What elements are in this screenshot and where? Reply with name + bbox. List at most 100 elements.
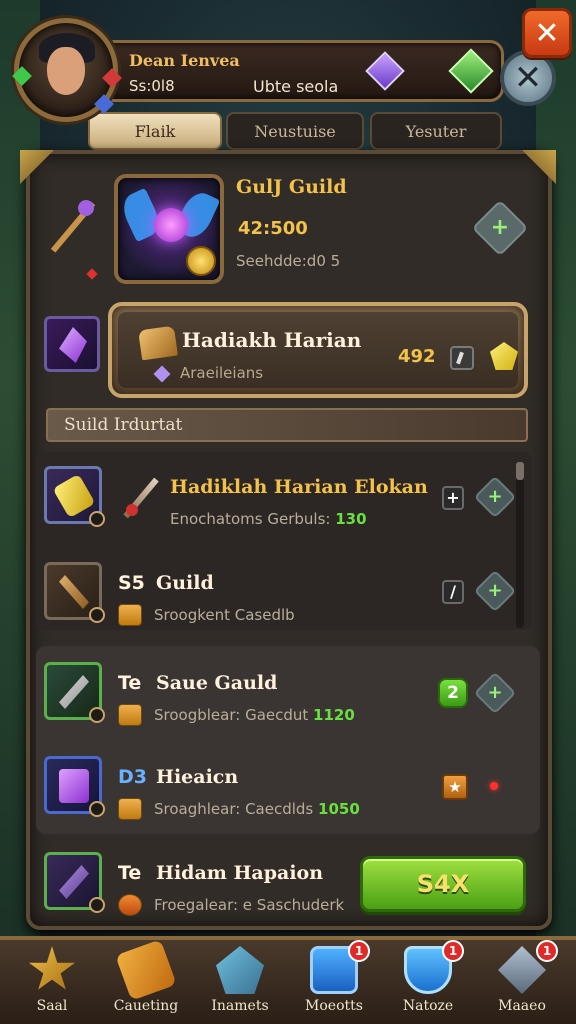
sword-icon: [122, 474, 162, 518]
plus-icon: +: [487, 486, 503, 507]
guild-score: 42:500: [238, 218, 308, 239]
row-plus-button[interactable]: +: [473, 475, 517, 519]
hammer-icon: [115, 939, 177, 1001]
row-prefix: S5: [118, 572, 145, 594]
notification-badge: 1: [536, 940, 558, 962]
row-action-button[interactable]: +: [442, 486, 464, 510]
list-item[interactable]: Te Saue Gauld Sroogblear: Gaecdut 1120 2…: [44, 662, 530, 728]
notification-badge: 1: [442, 940, 464, 962]
row-sub-number: 1050: [318, 800, 360, 818]
player-name: Dean Ienvea: [129, 51, 240, 70]
row-action-button[interactable]: /: [442, 580, 464, 604]
list-item[interactable]: S5 Guild Sroogkent Casedlb / +: [44, 562, 530, 628]
row-star-button[interactable]: ★: [442, 774, 468, 800]
row-subtitle: Froegalear: e Saschuderk: [154, 896, 344, 914]
crossed-swords-icon: [59, 575, 89, 609]
row-sub-text: Froegalear: e Saschuderk: [154, 896, 345, 914]
tab-bar: Flaik Neustuise Yesuter: [88, 112, 502, 150]
row-item-icon: [44, 852, 105, 913]
row-prefix: D3: [118, 766, 147, 788]
green-crystal-icon: [448, 48, 494, 94]
notification-badge: 1: [348, 940, 370, 962]
nav-item-inamets[interactable]: Inamets: [192, 940, 288, 1024]
row-sub-number: 130: [335, 510, 367, 528]
tab-flaik[interactable]: Flaik: [88, 112, 222, 150]
row-title: Hadiklah Harian Elokan: [170, 476, 428, 498]
row-item-icon: [44, 562, 105, 623]
player-id: Ss:0l8: [129, 77, 175, 95]
gem-icon: [216, 946, 264, 994]
row-level-button[interactable]: 2: [438, 678, 468, 708]
list-item[interactable]: D3 Hieaicn Sroaghlear: Caecdlds 1050 ★: [44, 756, 530, 822]
round-close-button[interactable]: ✕: [500, 50, 556, 106]
row-subtitle: Sroaghlear: Caecdlds 1050: [154, 800, 360, 818]
nav-label: Moeotts: [305, 998, 363, 1014]
sword-icon: [59, 675, 89, 709]
claim-button[interactable]: S4X: [360, 856, 526, 912]
chest-icon: [59, 769, 89, 803]
row-badge: [89, 607, 105, 623]
purple-crystal-icon: [365, 51, 405, 91]
checkbox-icon[interactable]: [118, 704, 142, 726]
nav-item-natoze[interactable]: 1 Natoze: [380, 940, 476, 1024]
plus-icon: +: [487, 682, 503, 703]
nav-label: Caueting: [113, 998, 179, 1014]
row-badge: [89, 707, 105, 723]
nav-label: Inamets: [211, 998, 269, 1014]
checkbox-icon[interactable]: [118, 798, 142, 820]
row-title: Hieaicn: [156, 766, 239, 788]
tab-yesuter[interactable]: Yesuter: [370, 112, 502, 150]
daily-title: Hadiakh Harian: [182, 328, 362, 352]
crystal-shape: [59, 327, 87, 363]
row-sub-text: Enochatoms Gerbuls:: [170, 510, 336, 528]
row-badge: [89, 897, 105, 913]
row-item-icon: [44, 756, 105, 817]
guild-subtitle: Seehdde:d0 5: [236, 252, 341, 270]
row-title: Hidam Hapaion: [156, 862, 324, 884]
player-status: Ubte seola: [253, 77, 339, 96]
row-subtitle: Sroogblear: Gaecdut 1120: [154, 706, 355, 724]
nav-label: Natoze: [402, 998, 454, 1014]
nav-label: Maaeo: [498, 998, 546, 1014]
nav-item-moeotts[interactable]: 1 Moeotts: [286, 940, 382, 1024]
player-header: Dean Ienvea Ss:0l8 Ubte seola: [12, 18, 514, 122]
row-title: Guild: [156, 572, 214, 594]
staff-icon: [48, 196, 100, 256]
guild-title: GulJ Guild: [236, 176, 347, 198]
flame-icon: [118, 894, 142, 916]
edit-button[interactable]: [450, 346, 474, 370]
daily-value: 492: [398, 346, 436, 367]
tab-neustuise[interactable]: Neustuise: [226, 112, 364, 150]
nav-item-saal[interactable]: Saal: [4, 940, 100, 1024]
row-item-icon: [44, 466, 105, 527]
guild-emblem[interactable]: [114, 174, 224, 284]
notification-dot: [490, 782, 498, 790]
plus-icon: +: [490, 215, 510, 240]
crystal-item-icon[interactable]: [44, 316, 100, 372]
star-icon: [28, 946, 76, 990]
row-plus-button[interactable]: +: [473, 569, 517, 613]
nav-item-caueting[interactable]: Caueting: [98, 939, 194, 1024]
nav-label: Saal: [36, 998, 68, 1014]
row-sub-text: Sroogblear: Gaecdut: [154, 706, 314, 724]
daily-reward-card[interactable]: Hadiakh Harian Araeileians 492: [108, 302, 528, 398]
row-title: Saue Gauld: [156, 672, 278, 694]
avatar-face: [47, 47, 85, 95]
player-avatar[interactable]: [12, 18, 122, 122]
emblem-orb-icon: [154, 208, 188, 242]
daily-subtitle: Araeileians: [180, 364, 264, 382]
row-prefix: Te: [118, 862, 142, 884]
checkbox-icon[interactable]: [118, 604, 142, 626]
nav-item-maaeo[interactable]: 1 Maaeo: [474, 940, 570, 1024]
yellow-gem-icon: [490, 342, 518, 370]
row-plus-button[interactable]: +: [473, 671, 517, 715]
row-subtitle: Enochatoms Gerbuls: 130: [170, 510, 367, 528]
row-subtitle: Sroogkent Casedlb: [154, 606, 295, 624]
plus-icon: +: [487, 580, 503, 601]
bottom-nav: Saal Caueting Inamets 1 Moeotts 1 Natoze…: [0, 936, 576, 1024]
list-item[interactable]: Hadiklah Harian Elokan Enochatoms Gerbul…: [44, 466, 530, 532]
gold-coin-icon: [186, 246, 216, 276]
close-button[interactable]: ✕: [522, 8, 572, 58]
scroll-icon: [52, 473, 96, 519]
row-sub-text: Sroogkent Casedlb: [154, 606, 295, 624]
